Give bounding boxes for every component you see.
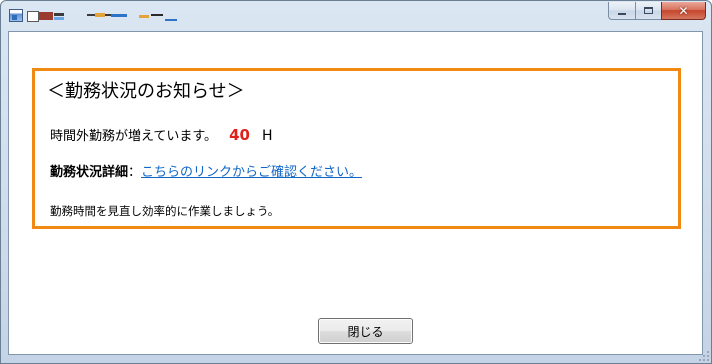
dialog-content: ＜勤務状況のお知らせ＞ 時間外勤務が増えています。 40 H 勤務状況詳細：こちらの… xyxy=(8,31,703,355)
overtime-text: 時間外勤務が増えています。 xyxy=(50,129,218,144)
detail-line: 勤務状況詳細：こちらのリンクからご確認ください。 xyxy=(50,163,362,183)
minimize-button[interactable] xyxy=(608,2,635,20)
title-bar[interactable]: ✕ xyxy=(1,1,711,31)
title-thumb-4 xyxy=(54,17,64,20)
overtime-unit: H xyxy=(261,128,273,144)
close-icon: ✕ xyxy=(678,3,689,18)
title-thumb-6 xyxy=(95,13,105,17)
advice-text: 勤務時間を見直し効率的に作業しましょう。 xyxy=(50,204,280,218)
maximize-icon xyxy=(644,7,653,14)
grip-dot xyxy=(707,351,709,353)
title-thumb-10 xyxy=(165,19,177,21)
title-thumb-8 xyxy=(139,15,149,18)
grip-dot xyxy=(699,359,701,361)
maximize-button[interactable] xyxy=(635,2,661,20)
title-thumb-7 xyxy=(111,14,127,17)
notice-panel: ＜勤務状況のお知らせ＞ 時間外勤務が増えています。 40 H 勤務状況詳細：こちらの… xyxy=(32,68,681,229)
title-thumb-2 xyxy=(39,12,53,20)
minimize-icon xyxy=(618,12,626,15)
overtime-hours: 40 xyxy=(229,126,250,144)
detail-separator: ： xyxy=(128,165,142,180)
detail-link[interactable]: こちらのリンクからご確認ください。 xyxy=(141,165,362,180)
grip-dot xyxy=(703,355,705,357)
notice-title: ＜勤務状況のお知らせ＞ xyxy=(47,81,245,102)
title-thumb-9 xyxy=(151,14,163,16)
grip-dot xyxy=(707,355,709,357)
title-thumb-3 xyxy=(54,13,64,16)
overtime-line: 時間外勤務が増えています。 40 H xyxy=(50,125,272,147)
resize-grip[interactable] xyxy=(698,350,710,362)
detail-label: 勤務状況詳細 xyxy=(50,165,129,180)
title-thumb-1 xyxy=(27,11,39,22)
app-window-icon xyxy=(9,9,23,22)
grip-dot xyxy=(703,359,705,361)
window-close-button[interactable]: ✕ xyxy=(661,2,706,20)
title-thumbnails xyxy=(27,9,177,23)
window-controls: ✕ xyxy=(608,2,706,21)
close-button[interactable]: 閉じる xyxy=(318,318,413,344)
dialog-window: ✕ ＜勤務状況のお知らせ＞ 時間外勤務が増えています。 40 H 勤務状況詳細：こち… xyxy=(0,0,712,364)
grip-dot xyxy=(707,359,709,361)
